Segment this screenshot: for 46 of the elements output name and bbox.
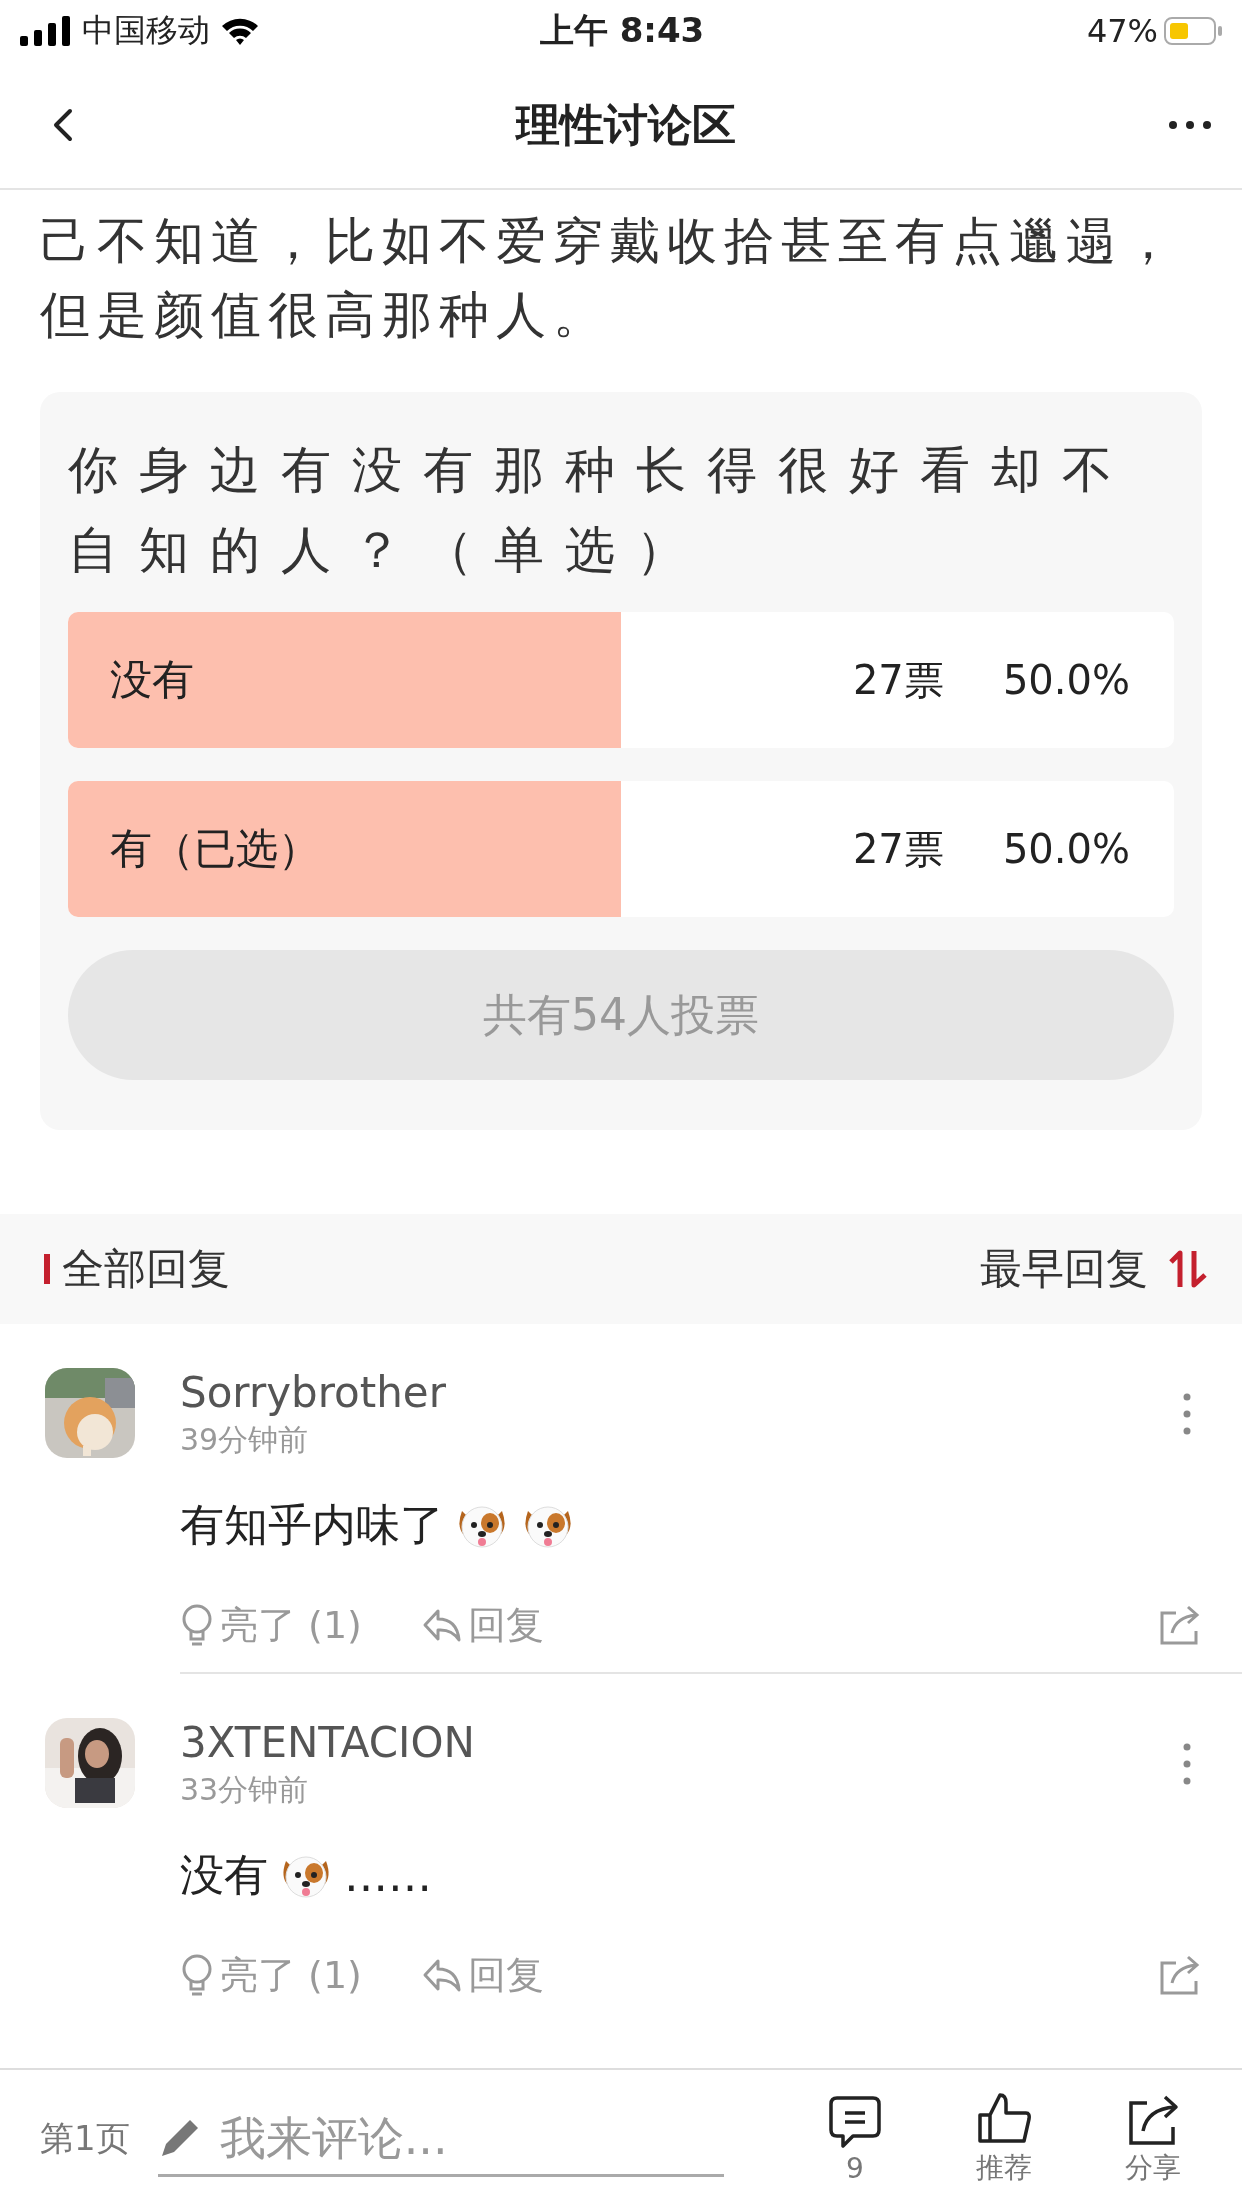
reply-arrow-icon xyxy=(421,1957,462,1993)
more-icon[interactable] xyxy=(1168,120,1212,130)
share-button[interactable]: 分享 xyxy=(1094,2091,1212,2187)
total-votes-button[interactable]: 共有54人投票 xyxy=(68,950,1174,1080)
vote-percent: 50.0% xyxy=(1002,826,1131,872)
username[interactable]: Sorrybrother xyxy=(180,1368,446,1418)
comment-text: 有知乎内味了 xyxy=(180,1497,444,1552)
vote-count: 27票 xyxy=(852,655,945,705)
light-button[interactable]: 亮了 (1) xyxy=(180,1599,362,1651)
post-text: 己不知道，比如不爱穿戴收拾甚至有点邋遢， xyxy=(40,211,1181,272)
page-indicator[interactable]: 第1页 xyxy=(40,2116,138,2162)
poll-option[interactable]: 没有 27票 50.0% xyxy=(68,612,1174,748)
post-text: 但是颜值很高那种人。 xyxy=(40,285,611,346)
light-button[interactable]: 亮了 (1) xyxy=(180,1949,362,2001)
page-title: 理性讨论区 xyxy=(516,97,736,152)
reply-button[interactable]: 回复 xyxy=(421,1599,544,1651)
status-time: 上午 8:43 xyxy=(539,9,705,52)
comments-button[interactable]: 9 xyxy=(796,2093,914,2185)
vote-count: 27票 xyxy=(852,824,945,874)
vote-percent: 50.0% xyxy=(1002,657,1131,703)
reply-button[interactable]: 回复 xyxy=(421,1949,544,2001)
signal-icon xyxy=(20,16,72,46)
battery-percent: 47% xyxy=(1086,12,1158,50)
lightbulb-icon xyxy=(180,1603,214,1647)
accent-bar-icon xyxy=(44,1254,50,1284)
speech-bubble-icon xyxy=(826,2093,883,2150)
username[interactable]: 3XTENTACION xyxy=(180,1718,475,1768)
poll-option[interactable]: 有（已选） 27票 50.0% xyxy=(68,781,1174,917)
comment-time: 39分钟前 xyxy=(180,1421,310,1459)
option-label: 没有 xyxy=(109,654,195,706)
option-label: 有（已选） xyxy=(109,823,321,875)
lightbulb-icon xyxy=(180,1953,214,1997)
reply-arrow-icon xyxy=(421,1607,462,1643)
recommend-button[interactable]: 推荐 xyxy=(945,2091,1063,2187)
share-icon[interactable] xyxy=(1158,1603,1202,1647)
battery-icon xyxy=(1164,16,1224,46)
share-icon[interactable] xyxy=(1158,1953,1202,1997)
section-title: 全部回复 xyxy=(62,1243,230,1295)
carrier-name: 中国移动 xyxy=(82,10,210,51)
comment-input[interactable]: 我来评论... xyxy=(217,2109,718,2166)
comment-text: 没有 xyxy=(180,1847,268,1902)
poll-question: 你身边有没有那种长得很好看却不自知的人？（单选） xyxy=(68,440,1134,581)
comment-time: 33分钟前 xyxy=(180,1771,310,1809)
wifi-icon xyxy=(220,16,260,46)
sort-button[interactable]: 最早回复 xyxy=(980,1241,1212,1297)
comment-text: …… xyxy=(344,1849,432,1901)
